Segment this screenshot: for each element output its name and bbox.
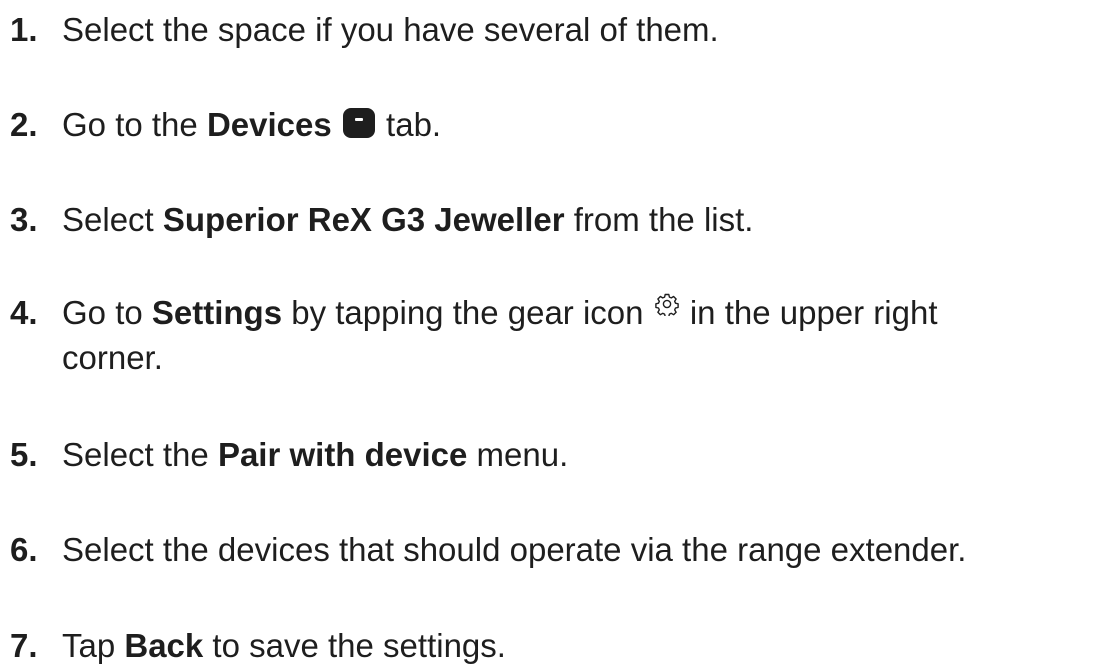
step-2: 2. Go to the Devices tab. — [10, 102, 1105, 147]
gear-icon — [654, 292, 679, 316]
step-3: 3. Select Superior ReX G3 Jeweller from t… — [10, 197, 1105, 242]
step-text-continued: corner. — [62, 339, 163, 376]
back-label: Back — [124, 627, 204, 664]
step-6: 6. Select the devices that should operate… — [10, 527, 1105, 572]
step-text-mid: by tapping the gear icon — [282, 294, 653, 331]
step-5: 5. Select the Pair with device menu. — [10, 432, 1105, 477]
step-number: 7. — [10, 627, 38, 664]
pair-with-device-label: Pair with device — [217, 436, 468, 473]
step-text-post: menu. — [467, 436, 569, 473]
devices-tab-label: Devices — [206, 106, 332, 143]
step-number: 4. — [10, 294, 38, 331]
step-number: 5. — [10, 436, 38, 473]
step-text-post: to save the settings. — [203, 627, 506, 664]
step-7: 7. Tap Back to save the settings. — [10, 623, 1105, 668]
step-number: 2. — [10, 106, 38, 143]
step-number: 1. — [10, 11, 38, 48]
step-text-post: tab. — [376, 106, 442, 143]
step-text: Select the devices that should operate v… — [62, 531, 967, 568]
devices-icon — [342, 108, 375, 138]
step-text-pre: Select the — [62, 436, 218, 473]
settings-label: Settings — [151, 294, 283, 331]
step-number: 6. — [10, 531, 38, 568]
step-1: 1. Select the space if you have several o… — [10, 7, 1105, 52]
step-text-pre: Go to — [62, 294, 152, 331]
step-text-pre: Go to the — [62, 106, 207, 143]
step-text-pre: Tap — [62, 627, 125, 664]
step-text-post: from the list. — [564, 201, 754, 238]
step-text-pre: Select — [62, 201, 163, 238]
step-4: 4. Go to Settings by tapping the gear ico… — [10, 290, 1105, 380]
device-name-label: Superior ReX G3 Jeweller — [162, 201, 565, 238]
step-text-post: in the upper right — [680, 294, 938, 331]
step-text: Select the space if you have several of … — [62, 11, 719, 48]
step-number: 3. — [10, 201, 38, 238]
